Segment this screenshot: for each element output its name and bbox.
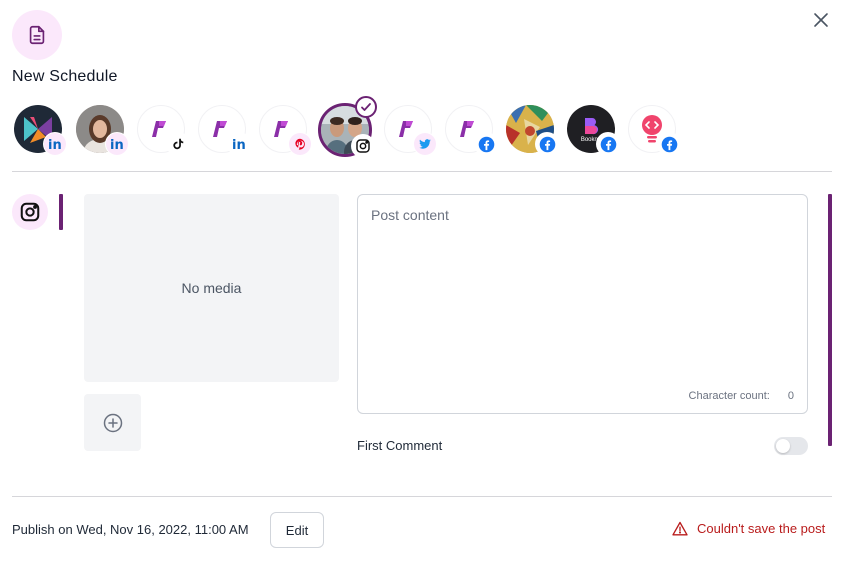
character-count-value: 0 <box>787 390 794 402</box>
add-media-button[interactable] <box>84 394 141 451</box>
close-icon <box>814 13 828 27</box>
tiktok-icon <box>167 133 189 155</box>
facebook-icon <box>597 133 619 155</box>
account-avatar-8[interactable] <box>443 103 497 157</box>
account-avatar-4[interactable]: in <box>196 103 250 157</box>
twitter-icon <box>414 133 436 155</box>
account-avatar-11[interactable] <box>626 103 680 157</box>
post-content-box: Character count: 0 <box>357 194 808 414</box>
instagram-icon <box>352 135 374 157</box>
error-text: Couldn't save the post <box>697 521 826 536</box>
platform-accent-bar <box>59 194 63 230</box>
first-comment-toggle[interactable] <box>774 437 808 455</box>
linkedin-icon: in <box>106 133 128 155</box>
svg-text:in: in <box>232 138 246 152</box>
page-title: New Schedule <box>12 68 118 85</box>
account-avatar-10[interactable]: Bookne <box>565 103 619 157</box>
selected-check-icon <box>355 96 377 118</box>
linkedin-icon: in <box>228 133 250 155</box>
account-avatar-9[interactable] <box>504 103 558 157</box>
account-avatar-5[interactable] <box>257 103 311 157</box>
instagram-icon <box>12 194 48 230</box>
svg-text:in: in <box>48 138 62 152</box>
post-content-input[interactable] <box>358 195 807 375</box>
account-avatar-2[interactable]: in <box>74 103 128 157</box>
toggle-knob <box>776 439 790 453</box>
save-error-message: Couldn't save the post <box>672 521 825 536</box>
svg-text:in: in <box>110 138 124 152</box>
close-button[interactable] <box>810 9 832 31</box>
no-media-label: No media <box>181 280 242 296</box>
linkedin-icon: in <box>44 133 66 155</box>
facebook-icon <box>658 133 680 155</box>
media-preview: No media <box>84 194 339 382</box>
account-avatar-7[interactable] <box>382 103 436 157</box>
account-selector: in in in Bookne <box>12 96 712 159</box>
editor-accent-bar <box>828 194 832 446</box>
plus-circle-icon <box>103 413 122 432</box>
character-count: Character count: 0 <box>689 390 794 402</box>
account-avatar-6[interactable] <box>318 96 377 157</box>
pinterest-icon <box>289 133 311 155</box>
divider-top <box>12 171 832 172</box>
facebook-icon <box>475 133 497 155</box>
divider-bottom <box>12 496 832 497</box>
account-avatar-3[interactable] <box>135 103 189 157</box>
facebook-icon <box>536 133 558 155</box>
account-avatar-1[interactable]: in <box>12 103 66 157</box>
edit-button[interactable]: Edit <box>270 512 324 548</box>
character-count-label: Character count: <box>688 390 770 402</box>
publish-date-text: Publish on Wed, Nov 16, 2022, 11:00 AM <box>12 522 249 537</box>
warning-icon <box>672 521 688 536</box>
document-icon <box>12 10 62 60</box>
first-comment-label: First Comment <box>357 438 443 453</box>
